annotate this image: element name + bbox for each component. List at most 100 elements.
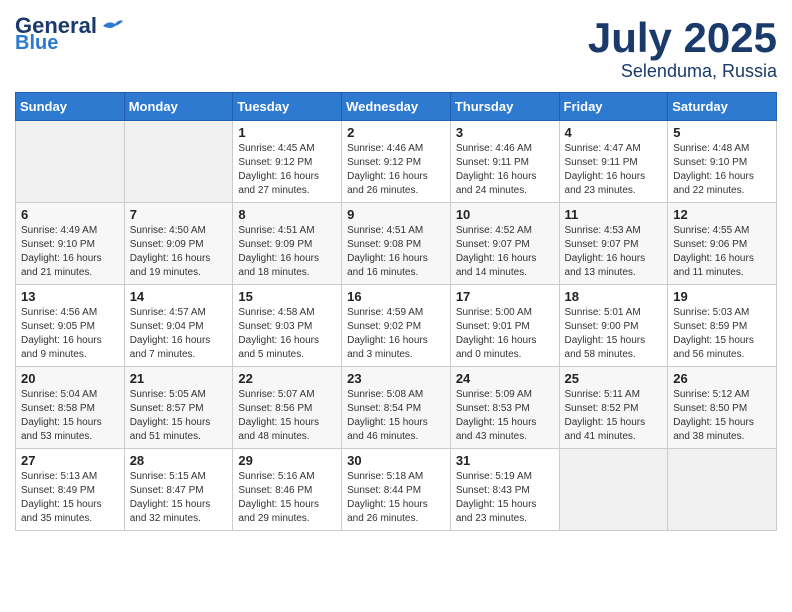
logo: General Blue [15,15,123,53]
day-number: 12 [673,207,771,222]
calendar-cell: 16 Sunrise: 4:59 AM Sunset: 9:02 PM Dayli… [342,285,451,367]
day-number: 23 [347,371,445,386]
calendar-week-1: 1 Sunrise: 4:45 AM Sunset: 9:12 PM Daylig… [16,121,777,203]
day-info: Sunrise: 5:07 AM Sunset: 8:56 PM Dayligh… [238,388,336,444]
calendar-cell: 1 Sunrise: 4:45 AM Sunset: 9:12 PM Daylig… [233,121,342,203]
calendar-cell: 10Sunrise: 4:52 AM Sunset: 9:07 PM Dayli… [450,203,559,285]
calendar-cell: 29 Sunrise: 5:16 AM Sunset: 8:46 PM Dayli… [233,449,342,531]
day-number: 18 [565,289,663,304]
day-info: Sunrise: 4:49 AM Sunset: 9:10 PM Dayligh… [21,224,119,280]
day-info: Sunrise: 5:00 AM Sunset: 9:01 PM Dayligh… [456,306,554,362]
day-info: Sunrise: 5:16 AM Sunset: 8:46 PM Dayligh… [238,470,336,526]
calendar-header-row: SundayMondayTuesdayWednesdayThursdayFrid… [16,93,777,121]
calendar-week-2: 6 Sunrise: 4:49 AM Sunset: 9:10 PM Daylig… [16,203,777,285]
day-info: Sunrise: 5:19 AM Sunset: 8:43 PM Dayligh… [456,470,554,526]
day-number: 1 [238,125,336,140]
calendar-cell: 4Sunrise: 4:47 AM Sunset: 9:11 PM Daylig… [559,121,668,203]
day-number: 31 [456,453,554,468]
calendar-cell: 31 Sunrise: 5:19 AM Sunset: 8:43 PM Dayli… [450,449,559,531]
calendar-week-3: 13 Sunrise: 4:56 AM Sunset: 9:05 PM Dayli… [16,285,777,367]
calendar-week-5: 27 Sunrise: 5:13 AM Sunset: 8:49 PM Dayli… [16,449,777,531]
day-number: 2 [347,125,445,140]
day-number: 25 [565,371,663,386]
day-info: Sunrise: 4:58 AM Sunset: 9:03 PM Dayligh… [238,306,336,362]
calendar-cell: 7 Sunrise: 4:50 AM Sunset: 9:09 PM Daylig… [124,203,233,285]
weekday-header-tuesday: Tuesday [233,93,342,121]
day-info: Sunrise: 5:05 AM Sunset: 8:57 PM Dayligh… [130,388,228,444]
day-number: 16 [347,289,445,304]
day-info: Sunrise: 4:51 AM Sunset: 9:09 PM Dayligh… [238,224,336,280]
calendar-cell: 3 Sunrise: 4:46 AM Sunset: 9:11 PM Daylig… [450,121,559,203]
calendar-cell: 28 Sunrise: 5:15 AM Sunset: 8:47 PM Dayli… [124,449,233,531]
day-number: 27 [21,453,119,468]
day-number: 14 [130,289,228,304]
day-info: Sunrise: 5:18 AM Sunset: 8:44 PM Dayligh… [347,470,445,526]
day-number: 29 [238,453,336,468]
day-number: 15 [238,289,336,304]
weekday-header-saturday: Saturday [668,93,777,121]
day-info: Sunrise: 4:56 AM Sunset: 9:05 PM Dayligh… [21,306,119,362]
calendar-cell: 14Sunrise: 4:57 AM Sunset: 9:04 PM Dayli… [124,285,233,367]
calendar-cell: 21 Sunrise: 5:05 AM Sunset: 8:57 PM Dayli… [124,367,233,449]
day-number: 22 [238,371,336,386]
calendar-cell: 13 Sunrise: 4:56 AM Sunset: 9:05 PM Dayli… [16,285,125,367]
calendar-cell: 2 Sunrise: 4:46 AM Sunset: 9:12 PM Daylig… [342,121,451,203]
day-info: Sunrise: 4:46 AM Sunset: 9:11 PM Dayligh… [456,142,554,198]
calendar-cell: 23 Sunrise: 5:08 AM Sunset: 8:54 PM Dayli… [342,367,451,449]
calendar-table: SundayMondayTuesdayWednesdayThursdayFrid… [15,92,777,531]
calendar-cell [16,121,125,203]
day-info: Sunrise: 4:46 AM Sunset: 9:12 PM Dayligh… [347,142,445,198]
day-number: 13 [21,289,119,304]
day-info: Sunrise: 4:51 AM Sunset: 9:08 PM Dayligh… [347,224,445,280]
calendar-cell: 24Sunrise: 5:09 AM Sunset: 8:53 PM Dayli… [450,367,559,449]
calendar-cell: 18 Sunrise: 5:01 AM Sunset: 9:00 PM Dayli… [559,285,668,367]
title-block: July 2025 Selenduma, Russia [588,15,777,82]
calendar-cell: 9 Sunrise: 4:51 AM Sunset: 9:08 PM Daylig… [342,203,451,285]
day-info: Sunrise: 5:03 AM Sunset: 8:59 PM Dayligh… [673,306,771,362]
day-number: 30 [347,453,445,468]
day-info: Sunrise: 5:09 AM Sunset: 8:53 PM Dayligh… [456,388,554,444]
day-info: Sunrise: 4:52 AM Sunset: 9:07 PM Dayligh… [456,224,554,280]
calendar-cell: 20 Sunrise: 5:04 AM Sunset: 8:58 PM Dayli… [16,367,125,449]
calendar-cell: 30 Sunrise: 5:18 AM Sunset: 8:44 PM Dayli… [342,449,451,531]
day-number: 17 [456,289,554,304]
month-title: July 2025 [588,15,777,61]
day-number: 11 [565,207,663,222]
calendar-cell [668,449,777,531]
calendar-cell: 27 Sunrise: 5:13 AM Sunset: 8:49 PM Dayli… [16,449,125,531]
logo-bird-icon [101,18,123,34]
weekday-header-sunday: Sunday [16,93,125,121]
day-number: 9 [347,207,445,222]
weekday-header-thursday: Thursday [450,93,559,121]
day-number: 6 [21,207,119,222]
day-info: Sunrise: 5:08 AM Sunset: 8:54 PM Dayligh… [347,388,445,444]
page-header: General Blue July 2025 Selenduma, Russia [15,15,777,82]
day-number: 3 [456,125,554,140]
day-number: 21 [130,371,228,386]
calendar-cell: 26 Sunrise: 5:12 AM Sunset: 8:50 PM Dayli… [668,367,777,449]
location-title: Selenduma, Russia [588,61,777,82]
day-number: 28 [130,453,228,468]
calendar-cell [559,449,668,531]
day-info: Sunrise: 4:53 AM Sunset: 9:07 PM Dayligh… [565,224,663,280]
calendar-cell: 8 Sunrise: 4:51 AM Sunset: 9:09 PM Daylig… [233,203,342,285]
day-number: 5 [673,125,771,140]
day-number: 8 [238,207,336,222]
calendar-cell: 19Sunrise: 5:03 AM Sunset: 8:59 PM Dayli… [668,285,777,367]
calendar-cell: 6 Sunrise: 4:49 AM Sunset: 9:10 PM Daylig… [16,203,125,285]
day-number: 4 [565,125,663,140]
day-info: Sunrise: 5:12 AM Sunset: 8:50 PM Dayligh… [673,388,771,444]
calendar-cell [124,121,233,203]
day-info: Sunrise: 4:45 AM Sunset: 9:12 PM Dayligh… [238,142,336,198]
day-info: Sunrise: 5:04 AM Sunset: 8:58 PM Dayligh… [21,388,119,444]
day-info: Sunrise: 5:13 AM Sunset: 8:49 PM Dayligh… [21,470,119,526]
weekday-header-friday: Friday [559,93,668,121]
day-info: Sunrise: 5:01 AM Sunset: 9:00 PM Dayligh… [565,306,663,362]
day-info: Sunrise: 4:50 AM Sunset: 9:09 PM Dayligh… [130,224,228,280]
day-info: Sunrise: 5:15 AM Sunset: 8:47 PM Dayligh… [130,470,228,526]
day-info: Sunrise: 5:11 AM Sunset: 8:52 PM Dayligh… [565,388,663,444]
day-number: 20 [21,371,119,386]
day-number: 26 [673,371,771,386]
day-number: 7 [130,207,228,222]
day-info: Sunrise: 4:59 AM Sunset: 9:02 PM Dayligh… [347,306,445,362]
